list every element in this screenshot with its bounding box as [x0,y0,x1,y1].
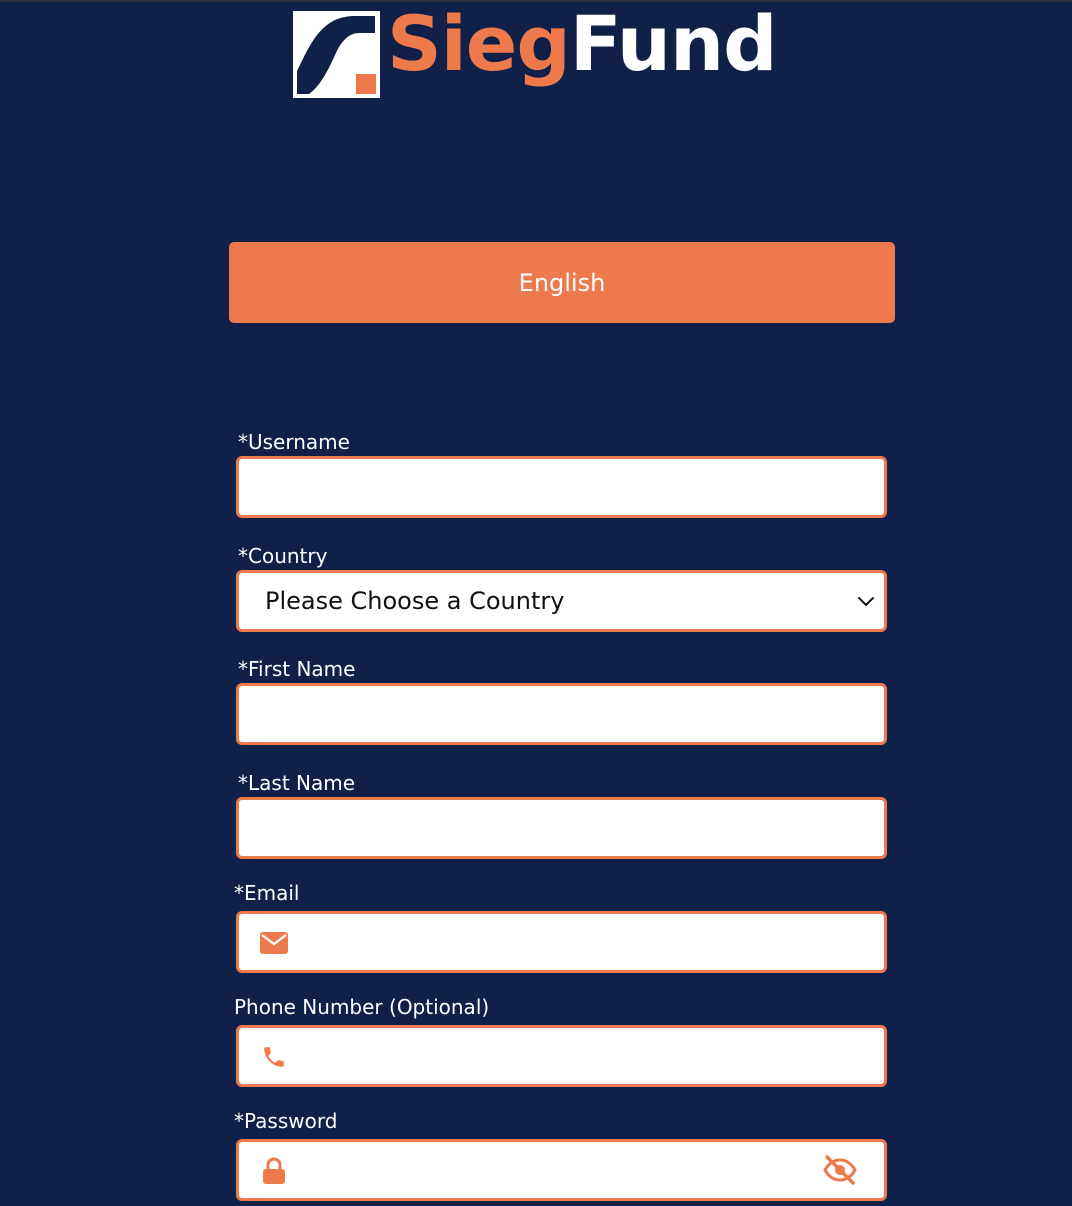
country-select-value: Please Choose a Country [265,587,565,615]
password-input[interactable] [239,1142,884,1198]
first-name-label: *First Name [238,657,356,681]
phone-label: Phone Number (Optional) [234,995,490,1019]
password-label: *Password [234,1109,338,1133]
siegfund-logo: SiegFund [293,0,853,109]
phone-input[interactable] [239,1028,884,1084]
last-name-input[interactable] [239,800,884,856]
language-button[interactable]: English [229,242,895,323]
email-label: *Email [234,881,300,905]
last-name-field-box [236,797,887,859]
brand-name: SiegFund [387,0,778,94]
brand-name-fund: Fund [569,0,778,88]
first-name-input[interactable] [239,686,884,742]
language-button-label: English [518,268,606,297]
chevron-down-icon [858,597,874,606]
phone-field-box [236,1025,887,1087]
first-name-field-box [236,683,887,745]
username-field-box [236,456,887,518]
email-input[interactable] [239,914,884,970]
username-label: *Username [238,430,350,454]
email-field-box [236,911,887,973]
country-select[interactable]: Please Choose a Country [236,570,887,632]
last-name-label: *Last Name [238,771,356,795]
password-field-box [236,1139,887,1201]
logo-mark-icon [293,11,380,98]
username-input[interactable] [239,459,884,515]
brand-name-sieg: Sieg [387,0,571,88]
country-label: *Country [238,544,328,568]
eye-slash-icon[interactable] [822,1154,858,1186]
